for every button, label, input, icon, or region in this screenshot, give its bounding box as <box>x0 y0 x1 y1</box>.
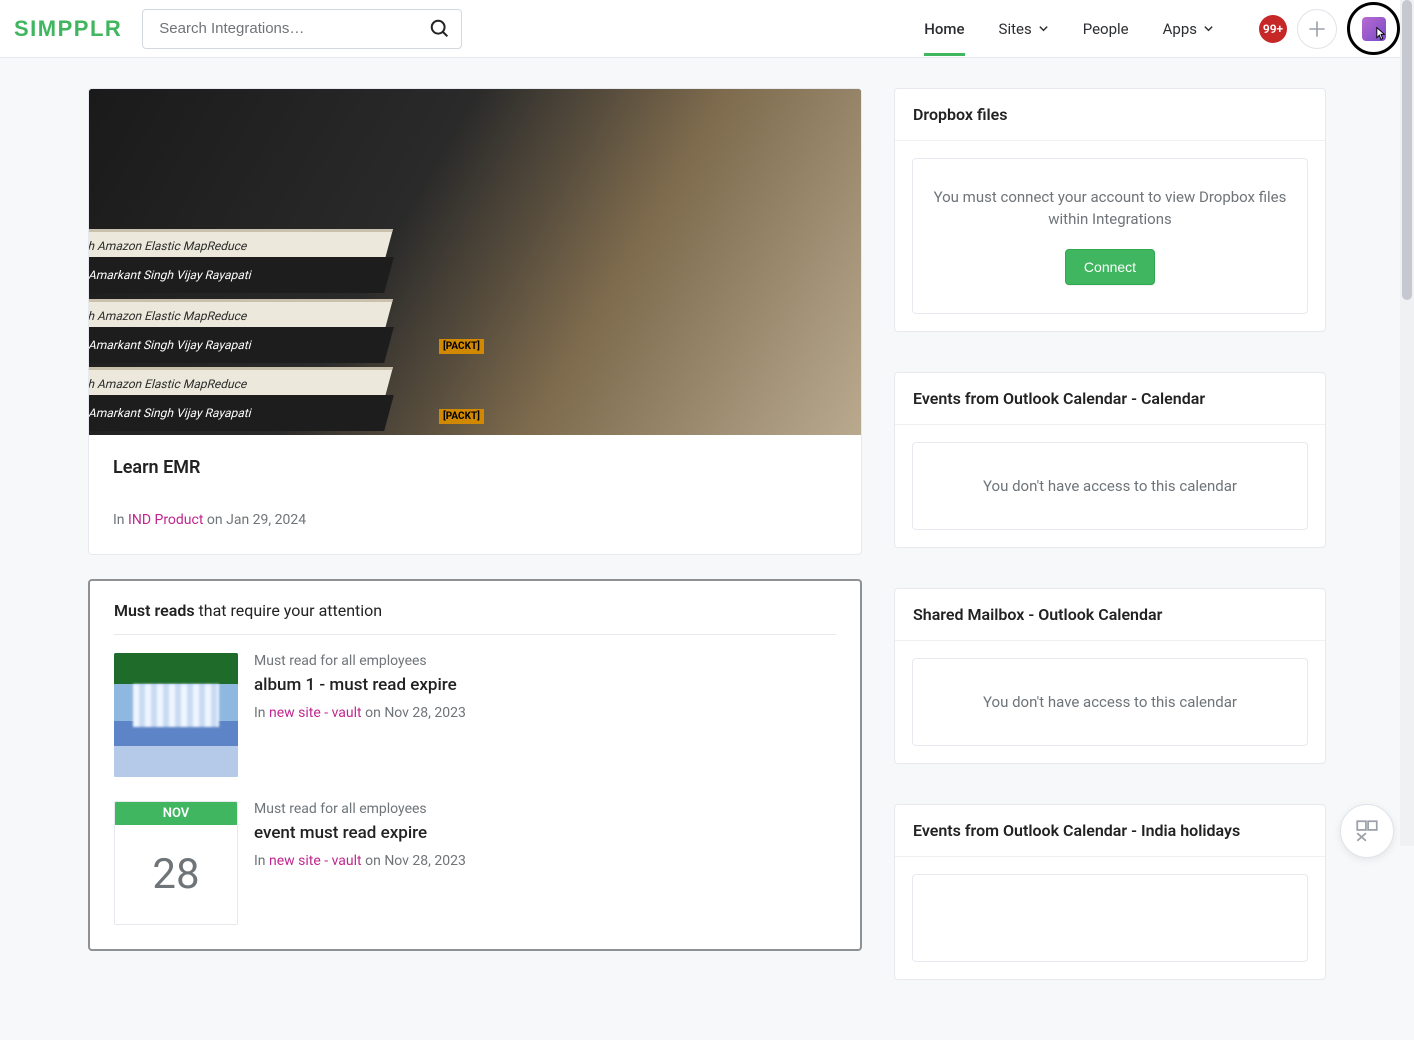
widget-outlook-calendar: Events from Outlook Calendar - Calendar … <box>894 372 1326 548</box>
must-read-date: Nov 28, 2023 <box>384 853 466 869</box>
chevron-down-icon <box>1203 23 1214 34</box>
search-icon[interactable] <box>429 18 451 40</box>
widget-title: Dropbox files <box>895 89 1325 141</box>
widget-message: You don't have access to this calendar <box>933 693 1287 711</box>
widget-title: Shared Mailbox - Outlook Calendar <box>895 589 1325 641</box>
book-spine: Amarkant Singh Vijay Rayapati <box>89 327 394 363</box>
packt-logo: [PACKT] <box>439 409 484 424</box>
must-read-date: Nov 28, 2023 <box>384 705 466 721</box>
widget-content: You don't have access to this calendar <box>912 442 1308 530</box>
logo[interactable]: SIMPPLR <box>14 16 122 42</box>
must-read-badge: Must read for all employees <box>254 653 836 669</box>
right-column: Dropbox files You must connect your acco… <box>894 88 1326 1020</box>
featured-site-link[interactable]: IND Product <box>128 512 203 528</box>
must-read-site-link[interactable]: new site - vault <box>269 705 362 721</box>
scrollbar-thumb[interactable] <box>1402 0 1412 300</box>
nav-people[interactable]: People <box>1083 2 1129 56</box>
calendar-month: NOV <box>115 802 237 825</box>
must-read-meta: In new site - vault on Nov 28, 2023 <box>254 705 836 721</box>
plus-icon <box>1308 20 1326 38</box>
widget-message: You must connect your account to view Dr… <box>933 187 1287 231</box>
widget-content <box>912 874 1308 962</box>
nav-sites-label: Sites <box>999 20 1032 38</box>
calendar-day: 28 <box>115 825 237 924</box>
nav-apps-label: Apps <box>1163 20 1197 38</box>
profile-avatar-button[interactable] <box>1347 2 1400 55</box>
must-read-site-link[interactable]: new site - vault <box>269 853 362 869</box>
must-read-item[interactable]: NOV 28 Must read for all employees event… <box>114 801 836 925</box>
launcher-icon <box>1354 818 1380 844</box>
widget-shared-mailbox: Shared Mailbox - Outlook Calendar You do… <box>894 588 1326 764</box>
featured-body: Learn EMR In IND Product on Jan 29, 2024 <box>89 435 861 554</box>
logo-text: SIMPPLR <box>14 16 122 41</box>
must-reads-section: Must reads that require your attention M… <box>88 579 862 951</box>
nav-home-label: Home <box>924 20 964 38</box>
must-read-meta: In new site - vault on Nov 28, 2023 <box>254 853 836 869</box>
featured-date: Jan 29, 2024 <box>226 512 306 528</box>
scrollbar[interactable] <box>1400 0 1414 846</box>
left-column: h Amazon Elastic MapReduce Amarkant Sing… <box>88 88 862 1020</box>
search-input[interactable] <box>159 20 417 37</box>
widget-india-holidays: Events from Outlook Calendar - India hol… <box>894 804 1326 980</box>
widget-dropbox-files: Dropbox files You must connect your acco… <box>894 88 1326 332</box>
widget-content: You don't have access to this calendar <box>912 658 1308 746</box>
featured-meta: In IND Product on Jan 29, 2024 <box>113 512 837 528</box>
nav-home[interactable]: Home <box>924 2 964 56</box>
page-body: h Amazon Elastic MapReduce Amarkant Sing… <box>88 88 1326 1040</box>
add-button[interactable] <box>1297 9 1337 49</box>
book-spine: h Amazon Elastic MapReduce <box>89 367 393 397</box>
app-header: SIMPPLR Home Sites People Apps 99+ <box>0 0 1414 58</box>
widget-message <box>933 909 1287 927</box>
book-spine: h Amazon Elastic MapReduce <box>89 229 393 259</box>
packt-logo: [PACKT] <box>439 339 484 354</box>
must-read-badge: Must read for all employees <box>254 801 836 817</box>
must-read-title: album 1 - must read expire <box>254 675 836 695</box>
nav-sites[interactable]: Sites <box>999 2 1049 56</box>
widget-message: You don't have access to this calendar <box>933 477 1287 495</box>
nav-people-label: People <box>1083 20 1129 38</box>
widget-title: Events from Outlook Calendar - Calendar <box>895 373 1325 425</box>
must-read-thumbnail <box>114 653 238 777</box>
featured-title: Learn EMR <box>113 457 837 478</box>
must-read-calendar-badge: NOV 28 <box>114 801 238 925</box>
notification-badge[interactable]: 99+ <box>1259 15 1287 43</box>
nav-apps[interactable]: Apps <box>1163 2 1214 56</box>
pointer-cursor-icon <box>1371 26 1391 46</box>
book-spine: Amarkant Singh Vijay Rayapati <box>89 257 394 293</box>
featured-article-card[interactable]: h Amazon Elastic MapReduce Amarkant Sing… <box>88 88 862 555</box>
must-read-title: event must read expire <box>254 823 836 843</box>
primary-nav: Home Sites People Apps <box>924 2 1214 56</box>
chevron-down-icon <box>1038 23 1049 34</box>
notification-count: 99+ <box>1263 22 1283 36</box>
connect-button[interactable]: Connect <box>1065 249 1155 285</box>
featured-image: h Amazon Elastic MapReduce Amarkant Sing… <box>89 89 861 435</box>
search-field-wrap[interactable] <box>142 9 462 49</box>
widget-title: Events from Outlook Calendar - India hol… <box>895 805 1325 857</box>
book-spine: Amarkant Singh Vijay Rayapati <box>89 395 394 431</box>
must-read-item[interactable]: Must read for all employees album 1 - mu… <box>114 653 836 777</box>
book-spine: h Amazon Elastic MapReduce <box>89 299 393 329</box>
divider <box>114 634 836 635</box>
header-right-controls: 99+ <box>1259 2 1400 55</box>
widget-content: You must connect your account to view Dr… <box>912 158 1308 314</box>
must-reads-heading: Must reads that require your attention <box>114 601 836 620</box>
